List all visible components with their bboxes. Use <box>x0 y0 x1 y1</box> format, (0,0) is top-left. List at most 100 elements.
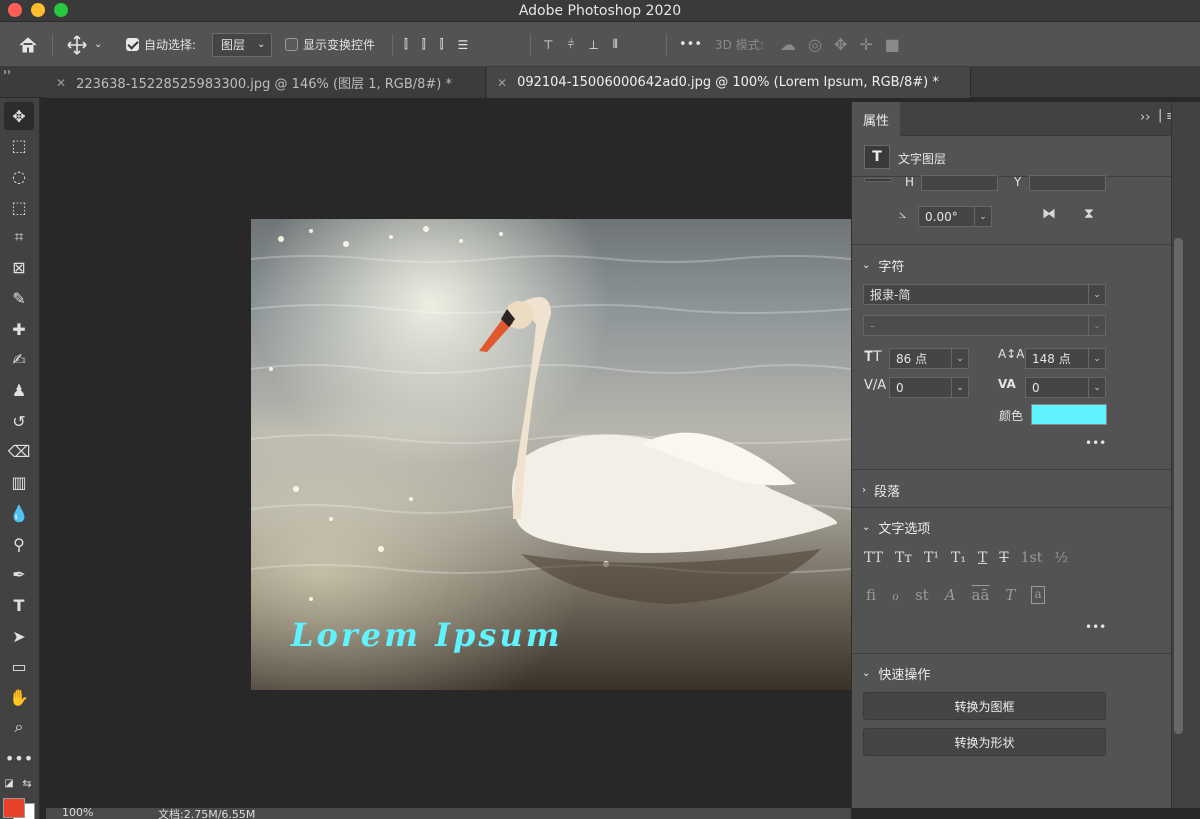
3d-mode-label: 3D 模式: <box>715 38 764 52</box>
eyedropper-tool-icon[interactable]: ✎ <box>4 284 34 312</box>
chevron-down-icon[interactable]: ⌄ <box>1088 377 1106 398</box>
align-middle-icon[interactable]: ⫩ <box>567 37 574 52</box>
document-tab-2[interactable]: ✕ 092104-15006000642ad0.jpg @ 100% (Lore… <box>487 67 971 98</box>
y-field[interactable] <box>1029 175 1106 191</box>
align-right-icon[interactable]: ⫿ <box>440 37 444 52</box>
blur-tool-icon[interactable]: 💧 <box>4 499 34 527</box>
foreground-color-swatch[interactable] <box>3 798 25 818</box>
superscript-icon[interactable]: T¹ <box>924 550 939 566</box>
document-canvas[interactable]: Lorem Ipsum <box>251 219 851 690</box>
small-caps-icon[interactable]: Tт <box>895 550 912 566</box>
discretionary-ligatures-icon[interactable]: st <box>915 586 929 604</box>
type-tool-icon[interactable]: T <box>4 591 34 619</box>
convert-to-shape-button[interactable]: 转换为形状 <box>863 728 1106 756</box>
pen-tool-icon[interactable]: ✒ <box>4 560 34 588</box>
show-transform-checkbox[interactable]: 显示变换控件 <box>285 22 375 67</box>
distribute-v-icon[interactable]: ⫴ <box>613 37 618 52</box>
flip-vertical-icon[interactable]: ⧗ <box>1084 206 1094 222</box>
text-options-more-button[interactable]: ••• <box>1085 620 1106 634</box>
font-size-field[interactable]: 86 点 ⌄ <box>889 348 969 369</box>
edit-toolbar-icon[interactable]: ••• <box>4 744 34 772</box>
divider <box>852 176 1172 177</box>
orbit-3d-icon[interactable]: ☁ <box>780 35 796 54</box>
tab-properties[interactable]: 属性 <box>852 102 900 136</box>
gradient-tool-icon[interactable]: ▥ <box>4 468 34 496</box>
lorem-ipsum-text-layer[interactable]: Lorem Ipsum <box>291 616 563 654</box>
font-style-select[interactable]: - ⌄ <box>863 315 1106 336</box>
auto-select-checkbox[interactable]: 自动选择: <box>126 22 196 67</box>
text-options-section-header[interactable]: ⌄ 文字选项 <box>862 518 930 537</box>
home-icon[interactable] <box>18 22 38 67</box>
fractions-icon[interactable]: ½ <box>1054 550 1068 566</box>
healing-brush-tool-icon[interactable]: ✚ <box>4 315 34 343</box>
path-selection-tool-icon[interactable]: ➤ <box>4 622 34 650</box>
chevron-down-icon[interactable]: ⌄ <box>1088 284 1106 305</box>
stylistic-alternates-icon[interactable]: A <box>945 586 956 604</box>
panel-scrollbar-thumb[interactable] <box>1174 238 1183 734</box>
ligatures-icon[interactable]: fi <box>866 586 876 604</box>
move-tool-preset-icon[interactable]: ⌄ <box>66 22 102 67</box>
distribute-h-icon[interactable]: ☰ <box>458 38 469 52</box>
zoom-level[interactable]: 100% <box>62 806 93 819</box>
leading-field[interactable]: 148 点 ⌄ <box>1025 348 1106 369</box>
lasso-tool-icon[interactable]: ◌ <box>4 162 34 190</box>
flip-horizontal-icon[interactable]: ⧓ <box>1042 206 1056 222</box>
width-field[interactable] <box>864 178 892 182</box>
chevron-down-icon[interactable]: ⌄ <box>951 348 969 369</box>
align-top-icon[interactable]: ⊤ <box>543 38 553 52</box>
swash-icon[interactable]: ℴ <box>892 586 899 604</box>
align-left-icon[interactable]: ⫿ <box>404 37 408 52</box>
strikethrough-icon[interactable]: T <box>999 550 1008 566</box>
collapse-panels-icon[interactable]: ›› <box>3 67 11 78</box>
chevron-down-icon[interactable]: ⌄ <box>1088 315 1106 336</box>
quick-actions-section-header[interactable]: ⌄ 快速操作 <box>862 664 930 683</box>
convert-to-frame-button[interactable]: 转换为图框 <box>863 692 1106 720</box>
dodge-tool-icon[interactable]: ⚲ <box>4 530 34 558</box>
character-section-header[interactable]: ⌄ 字符 <box>862 256 904 275</box>
tracking-field[interactable]: 0 ⌄ <box>1025 377 1106 398</box>
rectangle-tool-icon[interactable]: ▭ <box>4 652 34 680</box>
align-bottom-icon[interactable]: ⊥ <box>588 38 598 52</box>
document-tab-1[interactable]: ✕ 223638-15228525983300.jpg @ 146% (图层 1… <box>46 67 486 98</box>
character-more-button[interactable]: ••• <box>1085 436 1106 450</box>
swap-colors-icon[interactable]: ⇆ <box>18 774 36 792</box>
paragraph-section-header[interactable]: › 段落 <box>862 481 900 500</box>
roll-3d-icon[interactable]: ◎ <box>808 35 822 54</box>
chevron-down-icon[interactable]: ⌄ <box>1088 348 1106 369</box>
object-selection-tool-icon[interactable]: ⬚ <box>4 193 34 221</box>
history-brush-tool-icon[interactable]: ↺ <box>4 407 34 435</box>
all-caps-icon[interactable]: TT <box>864 550 883 566</box>
collapse-panel-icon[interactable]: ›› <box>1140 110 1150 125</box>
eraser-tool-icon[interactable]: ⌫ <box>4 437 34 465</box>
marquee-tool-icon[interactable]: ⬚ <box>4 131 34 159</box>
contextual-alternates-icon[interactable]: T <box>1005 586 1015 604</box>
chevron-down-icon[interactable]: ⌄ <box>974 206 992 227</box>
height-field[interactable] <box>921 175 998 191</box>
auto-select-target-select[interactable]: 图层 ⌄ <box>212 32 273 57</box>
subscript-icon[interactable]: T₁ <box>951 550 966 566</box>
font-family-select[interactable]: 报隶-简 ⌄ <box>863 284 1106 305</box>
hand-tool-icon[interactable]: ✋ <box>4 683 34 711</box>
angle-field[interactable]: 0.00° ⌄ <box>918 206 992 227</box>
brush-tool-icon[interactable]: ✍ <box>4 345 34 373</box>
stylistic-sets-icon[interactable]: a <box>1031 586 1045 604</box>
clone-stamp-tool-icon[interactable]: ♟ <box>4 376 34 404</box>
align-center-h-icon[interactable]: ⫿ <box>422 37 426 52</box>
close-icon[interactable]: ✕ <box>56 76 66 90</box>
titling-alternates-icon[interactable]: aā <box>972 586 990 604</box>
chevron-down-icon[interactable]: ⌄ <box>951 377 969 398</box>
underline-icon[interactable]: T <box>978 550 987 566</box>
default-colors-icon[interactable]: ◪ <box>0 774 18 792</box>
frame-tool-icon[interactable]: ⊠ <box>4 253 34 281</box>
text-color-swatch[interactable] <box>1031 404 1107 425</box>
camera-3d-icon[interactable]: ■ <box>885 35 900 54</box>
kerning-field[interactable]: 0 ⌄ <box>889 377 969 398</box>
crop-tool-icon[interactable]: ⌗ <box>4 223 34 251</box>
drag-3d-icon[interactable]: ✥ <box>834 35 847 54</box>
move-tool-icon[interactable]: ✥ <box>4 102 34 130</box>
ordinals-icon[interactable]: 1st <box>1021 550 1043 566</box>
close-icon[interactable]: ✕ <box>497 76 507 90</box>
slide-3d-icon[interactable]: ✛ <box>859 35 872 54</box>
zoom-tool-icon[interactable]: ⌕ <box>4 713 34 741</box>
more-options-button[interactable]: ••• <box>679 22 702 67</box>
